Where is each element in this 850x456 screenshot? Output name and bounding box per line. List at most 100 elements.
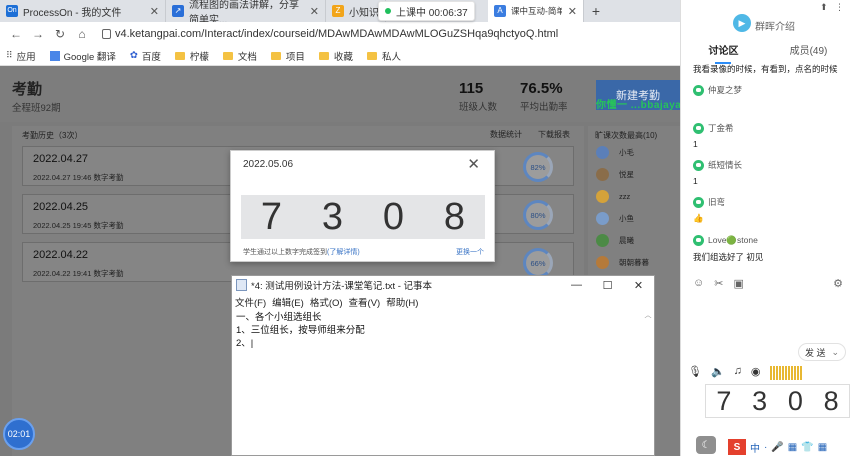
audio-waveform <box>770 366 802 380</box>
vertical-scrollbar[interactable]: ︿ <box>643 310 653 455</box>
tab-discussion[interactable]: 讨论区 <box>681 42 766 64</box>
download-report-link[interactable]: 下载报表 <box>538 129 570 140</box>
record-date: 2022.04.22 <box>33 249 89 261</box>
url-field[interactable]: v4.ketangpai.com/Interact/index/courseid… <box>115 28 558 40</box>
menu-file[interactable]: 文件(F) <box>235 295 266 309</box>
new-tab-button[interactable]: + <box>584 0 608 22</box>
wechat-icon <box>693 196 704 208</box>
punctuation-icon[interactable]: · <box>764 442 767 453</box>
class-timer[interactable]: 02:01 <box>3 418 35 450</box>
ranking-item[interactable]: 小鱼 <box>596 212 634 225</box>
chat-toolbar: ☺ ✂ ▣ ⚙ <box>693 277 843 290</box>
bookmark-label: 收藏 <box>333 51 353 63</box>
send-button[interactable]: 发 送 ⌄ <box>798 343 847 361</box>
music-icon[interactable]: ♫ <box>734 365 742 378</box>
send-label: 发 送 <box>805 347 826 358</box>
apps-grid-icon[interactable]: ▦ <box>818 442 827 453</box>
microphone-icon[interactable]: 🎙 <box>688 365 702 378</box>
ranking-item[interactable]: 悦星 <box>596 168 634 181</box>
menu-format[interactable]: 格式(O) <box>310 295 343 309</box>
menu-view[interactable]: 查看(V) <box>349 295 381 309</box>
bookmark-google-translate[interactable]: Google 翻译 <box>49 49 116 63</box>
processon-icon: On <box>6 5 18 17</box>
chat-message: 纸短情长 1 <box>693 159 742 186</box>
tab-label: 课中互动-简单好用的互动课堂... <box>511 6 562 16</box>
notepad-window: *4: 测试用例设计方法-课堂笔记.txt - 记事本 — ☐ ✕ 文件(F) … <box>231 275 655 456</box>
live-status-text: 上课中 00:06:37 <box>396 7 468 19</box>
ranking-item[interactable]: 朝朝暮暮 <box>596 256 649 269</box>
back-icon[interactable]: ← <box>8 27 24 41</box>
forward-icon[interactable]: → <box>30 27 46 41</box>
dark-mode-icon[interactable]: ☾ <box>696 436 716 454</box>
learn-more-link[interactable]: (了解详情) <box>327 249 360 256</box>
minimize-icon[interactable]: — <box>561 279 592 292</box>
tab-flowchart[interactable]: ↗ 流程图的画法讲解，分享简单实... ✕ <box>166 0 326 26</box>
ranking-item[interactable]: zzz <box>596 190 630 203</box>
scroll-up-icon[interactable]: ︿ <box>643 310 653 320</box>
close-icon[interactable]: ✕ <box>562 5 577 18</box>
sender-name: 仲夏之梦 <box>708 85 743 95</box>
speaker-icon[interactable]: 🔈 <box>711 365 725 378</box>
tab-members[interactable]: 成员(49) <box>766 42 850 60</box>
lock-icon[interactable] <box>102 29 111 39</box>
keyboard-icon[interactable]: ▦ <box>788 442 797 453</box>
notepad-text-area[interactable]: 一、各个小组选组长 1、三位组长，按导师组来分配 2、| <box>232 310 654 351</box>
stat-attendance-rate: 76.5% 平均出勤率 <box>520 80 568 113</box>
input-method-toolbar[interactable]: S 中 · 🎤 ▦ 👕 ▦ <box>728 438 850 456</box>
close-icon[interactable]: ✕ <box>623 279 654 292</box>
chevron-down-icon[interactable]: ⌄ <box>832 347 840 358</box>
notepad-menubar: 文件(F) 编辑(E) 格式(O) 查看(V) 帮助(H) <box>232 294 654 310</box>
location-icon[interactable]: ◉ <box>751 365 761 378</box>
pinned-message: 我看录像的时候，有看到，点名的时候 <box>693 64 838 74</box>
tab-processon[interactable]: On ProcessOn - 我的文件 ✕ <box>0 0 166 22</box>
tab-ketangpai[interactable]: A 课中互动-简单好用的互动课堂... ✕ <box>488 0 584 22</box>
home-icon[interactable]: ⌂ <box>74 27 90 41</box>
close-icon[interactable]: ✕ <box>304 5 319 18</box>
panel-header: ⬆ ⋮ ▶ 群晖介绍 <box>681 0 850 38</box>
code-digit: 7 <box>716 385 732 416</box>
bookmark-folder-favorites[interactable]: 收藏 <box>318 49 353 63</box>
history-title: 考勤历史（3次） <box>22 131 83 140</box>
data-stats-link[interactable]: 数据统计 <box>490 129 522 140</box>
folder-icon <box>222 51 233 60</box>
reload-icon[interactable]: ↻ <box>52 27 68 41</box>
close-icon[interactable]: ✕ <box>467 155 480 173</box>
tab-tips[interactable]: Z 小知识 <box>326 0 386 22</box>
close-icon[interactable]: ✕ <box>144 5 159 18</box>
menu-help[interactable]: 帮助(H) <box>386 295 418 309</box>
maximize-icon[interactable]: ☐ <box>592 279 623 292</box>
dialog-date: 2022.05.06 <box>243 159 294 170</box>
image-icon[interactable]: ▣ <box>733 277 743 290</box>
record-detail: 2022.04.27 19:46 数字考勤 <box>33 173 124 182</box>
bookmark-label: 项目 <box>285 51 305 63</box>
bookmark-folder-docs[interactable]: 文档 <box>222 49 257 63</box>
change-code-link[interactable]: 更换一个 <box>456 247 484 257</box>
message-text: 1 <box>693 139 698 149</box>
bookmark-baidu[interactable]: ✿ 百度 <box>130 49 161 63</box>
panel-window-controls[interactable]: ⬆ ⋮ <box>820 2 844 13</box>
ranking-title: 旷课次数最高(10) <box>595 131 658 140</box>
stat-label: 平均出勤率 <box>520 102 568 113</box>
stat-class-size: 115 班级人数 <box>459 80 497 113</box>
settings-icon[interactable]: ⚙ <box>833 277 843 290</box>
bookmark-folder-lemon[interactable]: 柠檬 <box>174 49 209 63</box>
scissors-icon[interactable]: ✂ <box>714 277 723 290</box>
emoji-icon[interactable]: ☺ <box>693 277 704 290</box>
wechat-icon <box>693 122 704 134</box>
record-detail: 2022.04.22 19:41 数字考勤 <box>33 269 124 278</box>
ranking-item[interactable]: 小毛 <box>596 146 634 159</box>
microphone-icon[interactable]: 🎤 <box>771 442 783 453</box>
tab-label: ProcessOn - 我的文件 <box>23 7 122 19</box>
ranking-item[interactable]: 晨曦 <box>596 234 634 247</box>
bookmark-folder-private[interactable]: 私人 <box>366 49 401 63</box>
text-line: 一、各个小组选组长 <box>236 312 322 323</box>
code-digit: 3 <box>321 195 344 238</box>
avatar <box>596 234 609 247</box>
bookmark-folder-projects[interactable]: 项目 <box>270 49 305 63</box>
live-status-pill[interactable]: 上课中 00:06:37 <box>378 1 475 21</box>
menu-edit[interactable]: 编辑(E) <box>272 295 304 309</box>
bookmark-apps[interactable]: ⠿ 应用 <box>6 49 36 63</box>
code-tip: 学生通过以上数字完成签到(了解详情) <box>243 247 360 257</box>
ime-mode-label: 中 <box>750 443 760 455</box>
skin-icon[interactable]: 👕 <box>801 442 813 453</box>
